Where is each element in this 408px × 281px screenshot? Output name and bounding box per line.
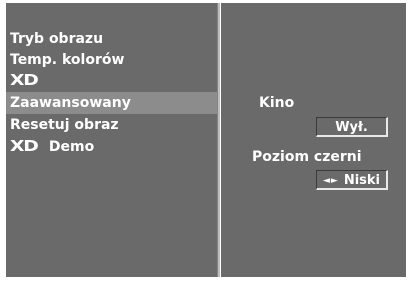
menu-item-label: Zaawansowany	[10, 95, 131, 111]
menu-item-xd[interactable]: XD	[6, 69, 217, 91]
panel-divider	[218, 3, 220, 277]
menu-item-label: Demo	[48, 139, 95, 155]
black-level-value[interactable]: ◄► Niski	[316, 170, 388, 190]
menu-item-advanced[interactable]: Zaawansowany	[6, 92, 217, 114]
black-level-label: Poziom czerni	[252, 149, 362, 165]
tv-menu-screen: Tryb obrazu Temp. kolorów XD Zaawansowan…	[4, 3, 406, 279]
menu-item-picture-mode[interactable]: Tryb obrazu	[6, 28, 217, 50]
menu-item-label: Temp. kolorów	[10, 52, 125, 68]
menu-item-label: Resetuj obraz	[10, 117, 119, 133]
menu-item-xd-demo[interactable]: XD Demo	[6, 135, 217, 157]
menu-item-label: Tryb obrazu	[10, 31, 104, 47]
kino-value[interactable]: Wył.	[316, 117, 388, 137]
xd-logo: XD	[10, 137, 39, 155]
black-level-value-text: Niski	[343, 173, 381, 188]
left-right-arrows-icon: ◄►	[322, 176, 339, 186]
menu-item-reset-picture[interactable]: Resetuj obraz	[6, 114, 217, 136]
kino-label: Kino	[259, 95, 295, 111]
picture-menu-panel: Tryb obrazu Temp. kolorów XD Zaawansowan…	[6, 3, 218, 277]
kino-value-text: Wył.	[335, 120, 368, 135]
advanced-settings-panel: Kino Wył. Poziom czerni ◄► Niski	[221, 3, 406, 277]
xd-logo: XD	[10, 71, 39, 89]
menu-item-color-temperature[interactable]: Temp. kolorów	[6, 49, 217, 71]
